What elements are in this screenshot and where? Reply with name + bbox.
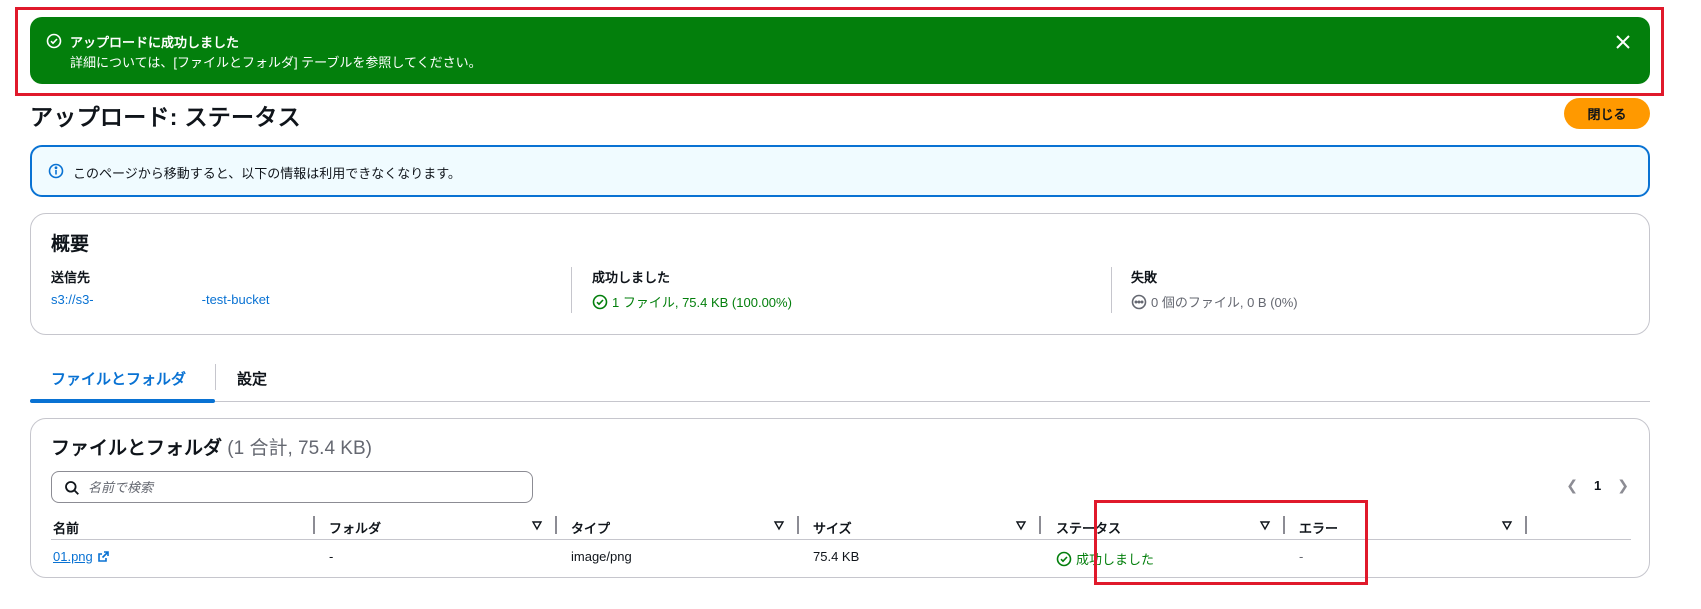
file-name[interactable]: 01.png xyxy=(53,549,93,564)
column-resizer[interactable] xyxy=(555,516,557,534)
tab-divider xyxy=(215,364,216,390)
page-title: アップロード: ステータス xyxy=(30,104,301,130)
failed-label: 失敗 xyxy=(1131,270,1158,285)
cell-error: - xyxy=(1299,549,1304,564)
summary-heading: 概要 xyxy=(51,234,90,255)
succeeded-value-row: 1 ファイル, 75.4 KB (100.00%) xyxy=(592,292,792,311)
destination-suffix: -test-bucket xyxy=(201,292,270,307)
sort-icon[interactable] xyxy=(1501,519,1513,531)
next-page-icon[interactable]: ❯ xyxy=(1617,477,1629,494)
sort-icon[interactable] xyxy=(1259,519,1271,531)
column-resizer[interactable] xyxy=(1525,516,1527,534)
destination-link[interactable]: s3://s3- -test-bucket xyxy=(51,292,270,307)
search-input[interactable] xyxy=(88,477,518,497)
table-header: 名前 フォルダ タイプ サイズ ステータス エラー xyxy=(51,514,1631,540)
summary-container: 概要 送信先 s3://s3- -test-bucket 成功しました 1 ファ… xyxy=(30,213,1650,335)
search-field[interactable] xyxy=(51,471,533,503)
success-icon xyxy=(592,294,608,309)
info-alert: このページから移動すると、以下の情報は利用できなくなります。 xyxy=(30,145,1650,197)
failed-value-row: 0 個のファイル, 0 B (0%) xyxy=(1131,292,1298,311)
column-resizer[interactable] xyxy=(1039,516,1041,534)
destination-label: 送信先 xyxy=(51,270,91,285)
failed-column: 失敗 0 個のファイル, 0 B (0%) xyxy=(1131,267,1298,311)
cell-status: 成功しました xyxy=(1056,549,1154,568)
succeeded-value: 1 ファイル, 75.4 KB (100.00%) xyxy=(612,295,792,310)
pagination: ❮ 1 ❯ xyxy=(1566,477,1629,494)
status-text: 成功しました xyxy=(1076,552,1155,567)
files-heading-text: ファイルとフォルダ xyxy=(51,438,223,459)
close-icon[interactable] xyxy=(1614,33,1632,51)
destination-prefix: s3://s3- xyxy=(51,292,94,307)
cell-size: 75.4 KB xyxy=(813,549,860,564)
destination-column: 送信先 s3://s3- -test-bucket xyxy=(51,267,270,307)
previous-page-icon[interactable]: ❮ xyxy=(1566,477,1578,494)
files-table-container: ファイルとフォルダ (1 合計, 75.4 KB) ❮ 1 ❯ 名前 フォルダ … xyxy=(30,418,1650,578)
info-text: このページから移動すると、以下の情報は利用できなくなります。 xyxy=(73,166,461,181)
column-header-name[interactable]: 名前 xyxy=(53,518,79,537)
column-header-size[interactable]: サイズ xyxy=(813,518,852,537)
sort-icon[interactable] xyxy=(531,519,543,531)
page-number[interactable]: 1 xyxy=(1594,478,1601,493)
search-icon xyxy=(65,481,79,495)
file-name-link[interactable]: 01.png xyxy=(53,549,110,564)
sort-icon[interactable] xyxy=(1015,519,1027,531)
column-divider xyxy=(1111,267,1112,313)
succeeded-column: 成功しました 1 ファイル, 75.4 KB (100.00%) xyxy=(592,267,792,311)
success-icon xyxy=(1056,551,1072,566)
table-row: 01.png - image/png 75.4 KB 成功しました - xyxy=(51,541,1631,571)
success-flashbar: アップロードに成功しました 詳細については、[ファイルとフォルダ] テーブルを参… xyxy=(30,17,1650,84)
column-header-status[interactable]: ステータス xyxy=(1056,518,1121,537)
column-divider xyxy=(571,267,572,313)
tab-list: ファイルとフォルダ 設定 xyxy=(30,360,1650,403)
close-button[interactable]: 閉じる xyxy=(1564,98,1650,129)
check-circle-icon xyxy=(46,33,62,49)
sort-icon[interactable] xyxy=(773,519,785,531)
files-heading: ファイルとフォルダ (1 合計, 75.4 KB) xyxy=(51,433,372,460)
tab-settings[interactable]: 設定 xyxy=(237,368,267,389)
external-link-icon xyxy=(97,551,109,562)
column-resizer[interactable] xyxy=(797,516,799,534)
pending-icon xyxy=(1131,294,1147,309)
column-resizer[interactable] xyxy=(313,516,315,534)
cell-type: image/png xyxy=(571,549,632,564)
column-header-type[interactable]: タイプ xyxy=(571,518,610,537)
files-count: (1 合計, 75.4 KB) xyxy=(227,438,372,459)
flash-title: アップロードに成功しました xyxy=(70,35,240,50)
failed-value: 0 個のファイル, 0 B (0%) xyxy=(1151,295,1298,310)
column-header-folder[interactable]: フォルダ xyxy=(329,518,381,537)
cell-folder: - xyxy=(329,549,334,564)
succeeded-label: 成功しました xyxy=(592,270,671,285)
active-tab-indicator xyxy=(30,399,215,403)
column-header-error[interactable]: エラー xyxy=(1299,518,1338,537)
column-resizer[interactable] xyxy=(1283,516,1285,534)
tab-files-and-folders[interactable]: ファイルとフォルダ xyxy=(51,368,186,389)
info-icon xyxy=(48,163,64,179)
flash-message: 詳細については、[ファイルとフォルダ] テーブルを参照してください。 xyxy=(70,55,482,70)
